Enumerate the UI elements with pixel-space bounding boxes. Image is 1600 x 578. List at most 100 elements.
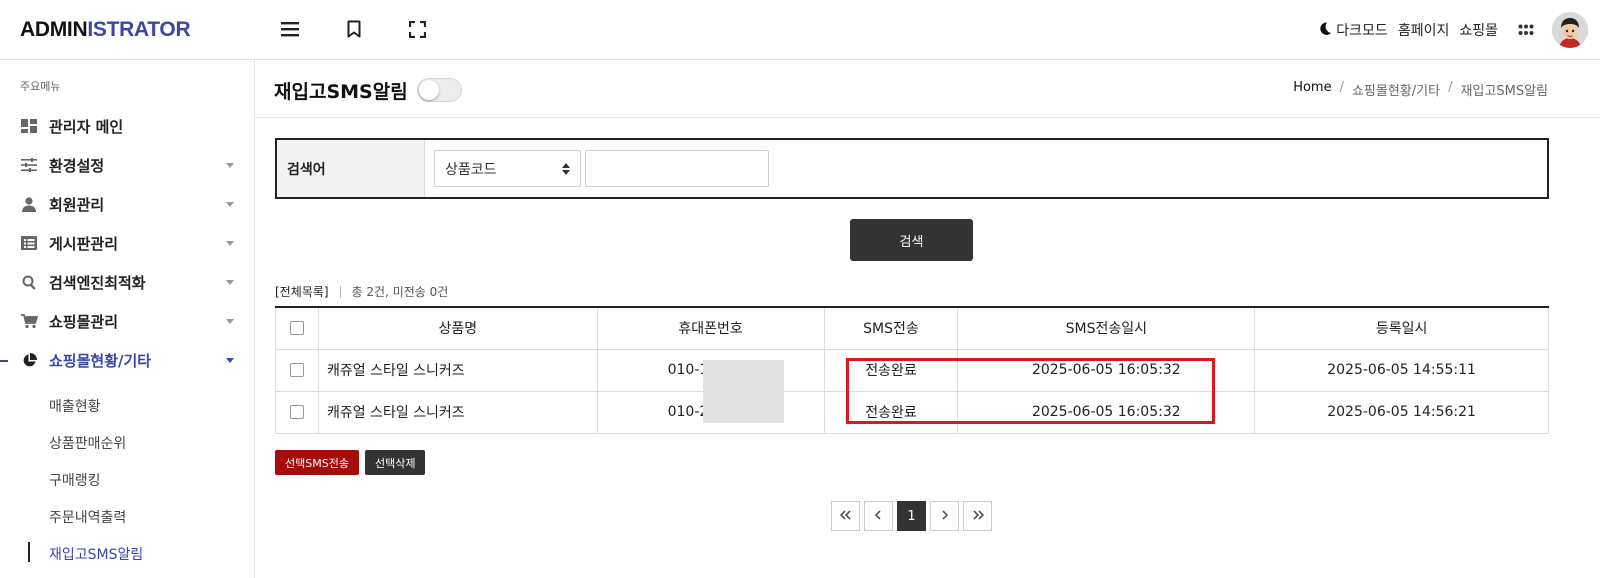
sidebar-item-seo[interactable]: 검색엔진최적화 [0,262,254,302]
sidebar-item-shop-management[interactable]: 쇼핑몰관리 [0,301,254,341]
search-icon [20,273,38,291]
chevron-down-icon [226,279,234,285]
chevron-down-icon [226,318,234,324]
sidebar-item-shop-status[interactable]: 쇼핑몰현황/기타 [0,340,254,380]
top-header: ADMINISTRATOR 다크모드 홈페이지 쇼핑몰 [0,0,1600,60]
pie-chart-icon [20,351,38,369]
pagination: 1 [831,501,992,531]
sidebar: 주요메뉴 관리자 메인 환경설정 회원관리 게시판관리 검색엔진최적화 쇼핑몰관… [0,60,255,578]
chevron-left-icon [874,509,882,524]
next-page-button[interactable] [930,501,959,531]
breadcrumb: Home / 쇼핑몰현황/기타 / 재입고SMS알림 [1293,80,1548,99]
page-header: 재입고SMS알림 Home / 쇼핑몰현황/기타 / 재입고SMS알림 [255,60,1600,118]
prev-page-button[interactable] [864,501,893,531]
sidebar-item-label: 관리자 메인 [49,117,124,136]
bookmark-icon[interactable] [343,18,365,40]
breadcrumb-separator: / [1448,80,1453,95]
restock-sms-toggle[interactable] [417,78,462,102]
column-header: SMS전송 [823,307,959,350]
search-input[interactable] [585,150,769,187]
breadcrumb-home[interactable]: Home [1293,80,1331,99]
dark-mode-toggle[interactable]: 다크모드 [1318,20,1388,40]
moon-icon [1318,21,1332,40]
avatar[interactable] [1552,12,1588,48]
search-label: 검색어 [277,140,425,197]
last-page-button[interactable] [963,501,992,531]
sidebar-item-label: 검색엔진최적화 [49,273,146,292]
send-selected-sms-button[interactable]: 선택SMS전송 [275,450,359,475]
shop-link[interactable]: 쇼핑몰 [1459,20,1498,40]
column-header: 상품명 [317,307,598,350]
subnav-product-ranking[interactable]: 상품판매순위 [49,433,126,453]
breadcrumb-current: 재입고SMS알림 [1460,84,1548,99]
search-select-value: 상품코드 [445,161,497,178]
list-summary: [전체목록] 총 2건, 미전송 0건 [275,283,448,300]
row-checkbox[interactable] [289,405,304,419]
sidebar-item-members[interactable]: 회원관리 [0,184,254,224]
registered-at-cell: 2025-06-05 14:55:11 [1254,348,1549,392]
chevron-down-icon [226,162,234,168]
first-page-button[interactable] [831,501,860,531]
highlight-box [846,358,1215,424]
chevron-down-icon [226,201,234,207]
subnav-order-print[interactable]: 주문내역출력 [49,507,126,527]
sidebar-item-label: 쇼핑몰관리 [49,312,119,331]
sidebar-item-label: 환경설정 [49,156,105,175]
table-header-row: 상품명 휴대폰번호 SMS전송 SMS전송일시 등록일시 [275,307,1549,350]
breadcrumb-separator: / [1339,80,1344,95]
double-chevron-right-icon [972,509,984,524]
all-list-label[interactable]: [전체목록] [275,283,329,300]
page-number-button[interactable]: 1 [897,501,926,531]
logo-part-istrator: ISTRATOR [87,18,191,41]
chevron-down-icon [226,357,234,363]
toggle-knob [419,80,439,100]
product-name-cell: 캐쥬얼 스타일 스니커즈 [317,348,598,392]
product-name-cell: 캐쥬얼 스타일 스니커즈 [317,390,598,434]
fullscreen-icon[interactable] [406,18,428,40]
registered-at-cell: 2025-06-05 14:56:21 [1254,390,1549,434]
list-count: 총 2건, 미전송 0건 [351,285,449,299]
logo[interactable]: ADMINISTRATOR [20,18,191,42]
logo-part-admin: ADMIN [20,18,88,41]
select-arrows-icon [562,163,570,179]
row-select-cell [275,348,319,392]
chevron-down-icon [226,240,234,246]
breadcrumb-section[interactable]: 쇼핑몰현황/기타 [1352,80,1440,99]
sliders-icon [20,156,38,174]
column-header: SMS전송일시 [957,307,1256,350]
sidebar-item-label: 회원관리 [49,195,105,214]
chevron-right-icon [941,509,949,524]
column-header: 등록일시 [1254,307,1549,350]
column-header: 휴대폰번호 [596,307,825,350]
row-checkbox[interactable] [289,363,304,377]
cart-icon [20,312,38,330]
subnav-sales-status[interactable]: 매출현황 [49,396,101,416]
phone-redaction-mask [703,360,784,423]
search-panel: 검색어 상품코드 [275,138,1549,199]
divider [339,285,341,298]
sidebar-item-label: 게시판관리 [49,234,119,253]
homepage-link[interactable]: 홈페이지 [1398,20,1450,40]
dashboard-icon [20,117,38,135]
subnav-restock-sms[interactable]: 재입고SMS알림 [49,544,143,564]
double-chevron-left-icon [839,509,852,524]
sidebar-item-settings[interactable]: 환경설정 [0,145,254,185]
dark-mode-label: 다크모드 [1336,23,1388,39]
row-select-cell [275,390,319,434]
page-title: 재입고SMS알림 [274,81,408,103]
search-field-select[interactable]: 상품코드 [434,150,581,187]
person-icon [20,195,38,213]
sidebar-item-admin-main[interactable]: 관리자 메인 [0,106,254,146]
hamburger-menu-icon[interactable] [279,18,301,40]
search-button[interactable]: 검색 [850,219,973,261]
sidebar-item-boards[interactable]: 게시판관리 [0,223,254,263]
select-all-checkbox[interactable] [289,321,304,336]
subnav-purchase-ranking[interactable]: 구매랭킹 [49,470,101,490]
apps-grid-icon[interactable] [1518,24,1534,36]
delete-selected-button[interactable]: 선택삭제 [365,450,426,475]
sidebar-section-label: 주요메뉴 [20,80,61,93]
subnav-active-indicator [28,542,30,562]
sidebar-item-label: 쇼핑몰현황/기타 [49,351,152,370]
select-all-cell [275,307,319,350]
list-icon [20,234,38,252]
